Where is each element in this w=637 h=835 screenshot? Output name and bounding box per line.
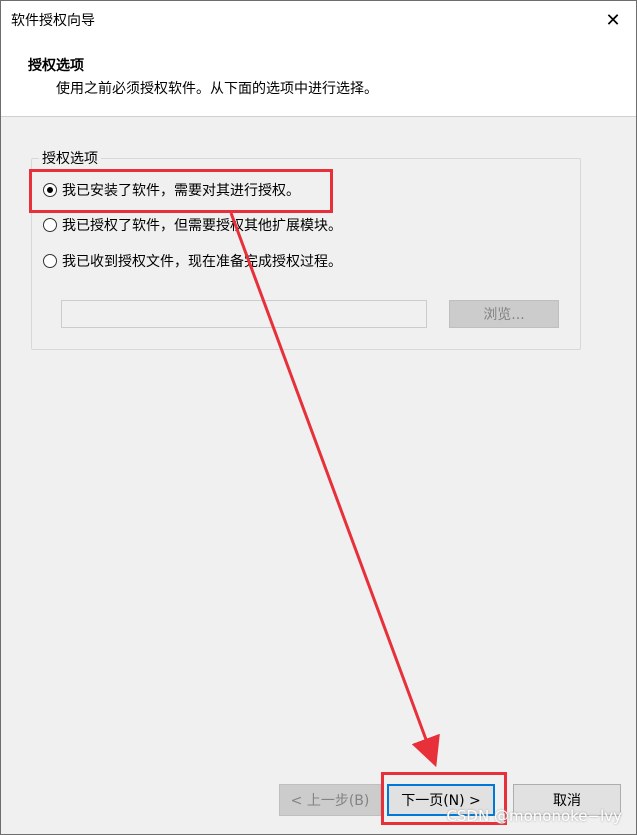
title-bar: 软件授权向导 ✕ bbox=[1, 1, 636, 39]
radio-button[interactable] bbox=[43, 254, 57, 268]
prev-button[interactable]: < 上一步(B) bbox=[279, 784, 381, 816]
wizard-header: 授权选项 使用之前必须授权软件。从下面的选项中进行选择。 bbox=[1, 39, 636, 117]
radio-button-checked[interactable] bbox=[43, 183, 57, 197]
watermark: CSDN @mononoke−lvy bbox=[446, 807, 622, 825]
option-install-license[interactable]: 我已安装了软件，需要对其进行授权。 bbox=[43, 179, 300, 201]
option-extension-license[interactable]: 我已授权了软件，但需要授权其他扩展模块。 bbox=[43, 214, 342, 236]
window-title: 软件授权向导 bbox=[11, 13, 95, 29]
page-title: 授权选项 bbox=[28, 58, 84, 74]
option-label: 我已授权了软件，但需要授权其他扩展模块。 bbox=[62, 218, 342, 234]
close-button[interactable]: ✕ bbox=[590, 1, 636, 39]
close-icon: ✕ bbox=[605, 9, 621, 31]
annotation-arrow bbox=[229, 212, 440, 768]
option-license-file[interactable]: 我已收到授权文件，现在准备完成授权过程。 bbox=[43, 250, 342, 272]
license-file-path-input[interactable] bbox=[61, 300, 427, 328]
group-legend: 授权选项 bbox=[39, 148, 101, 168]
radio-button[interactable] bbox=[43, 218, 57, 232]
page-subtitle: 使用之前必须授权软件。从下面的选项中进行选择。 bbox=[56, 81, 378, 97]
option-label: 我已收到授权文件，现在准备完成授权过程。 bbox=[62, 254, 342, 270]
license-wizard-window: 软件授权向导 ✕ 授权选项 使用之前必须授权软件。从下面的选项中进行选择。 授权… bbox=[0, 0, 637, 835]
option-label: 我已安装了软件，需要对其进行授权。 bbox=[62, 183, 300, 199]
browse-button[interactable]: 浏览... bbox=[449, 300, 559, 328]
